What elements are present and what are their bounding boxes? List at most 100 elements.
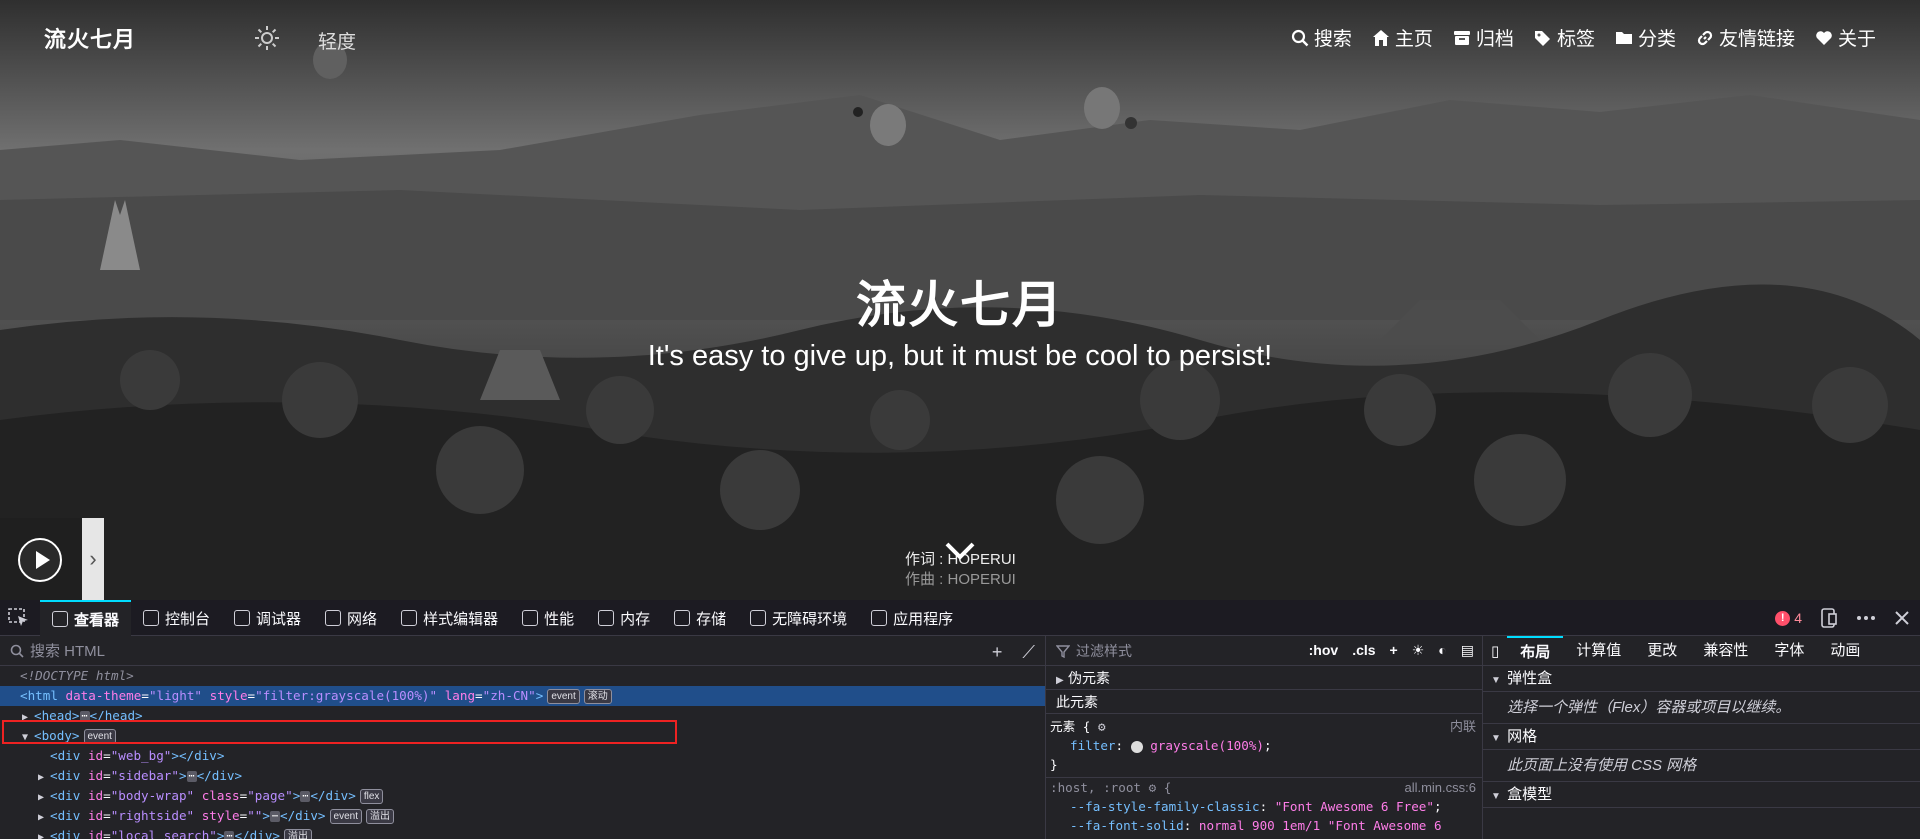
attr-value: "web_bg" [110,748,172,763]
property-name[interactable]: filter [1070,738,1116,753]
doctype-node: <!DOCTYPE html> [20,668,134,683]
div-close-tag: </div> [280,808,326,823]
add-rule-icon[interactable]: + [1390,642,1398,659]
tab-storage[interactable]: 存储 [662,600,738,636]
style-editor-icon [401,610,418,626]
tab-console[interactable]: 控制台 [131,600,222,636]
tab-performance[interactable]: 性能 [510,600,586,636]
tree-line-sidebar[interactable]: ▶ <div id="sidebar"> ⋯ </div> [0,766,1045,786]
html-search-input[interactable]: 搜索 HTML [30,640,105,661]
more-options-icon[interactable] [1856,608,1876,628]
player-expand-chevron-icon[interactable]: › [82,518,104,600]
tab-animations[interactable]: 动画 [1817,636,1873,666]
cls-toggle[interactable]: .cls [1352,642,1375,659]
attr-value: "page" [247,788,293,803]
eyedropper-icon[interactable]: ⟋ [1022,642,1035,663]
tab-accessibility[interactable]: 无障碍环境 [738,600,859,636]
dark-scheme-icon[interactable]: ◐ [1438,642,1446,659]
nav-home[interactable]: 主页 [1372,24,1433,51]
collapse-arrow-icon: ▼ [1491,675,1501,686]
nav-label: 主页 [1394,29,1433,50]
flexbox-section-header[interactable]: ▼ 弹性盒 [1483,666,1920,692]
tab-inspector[interactable]: 查看器 [40,600,132,636]
tab-layout[interactable]: 布局 [1507,635,1564,666]
sun-icon[interactable] [254,25,280,51]
site-name[interactable]: 流火七月 [44,22,136,54]
collapsed-ellipsis[interactable]: ⋯ [186,771,197,782]
browser-viewport: 流火七月 轻度 搜索 主页 归档 标签 分类 友情链接 关于 流火七月 It's… [0,0,1920,839]
expand-arrow-icon[interactable]: ▶ [38,828,50,839]
tab-label: 存储 [696,610,727,628]
grid-section-header[interactable]: ▼ 网格 [1483,724,1920,750]
filter-styles-input[interactable]: 过滤样式 [1076,641,1132,661]
property-value[interactable]: grayscale(100%) [1150,738,1264,753]
main-nav: 搜索 主页 归档 标签 分类 友情链接 关于 [1271,24,1876,51]
pseudo-elements-label: 伪元素 [1068,670,1110,686]
element-picker-icon[interactable] [8,608,30,628]
nav-friend-links[interactable]: 友情链接 [1696,24,1795,51]
grid-note: 此页面上没有使用 CSS 网格 [1483,750,1920,782]
rule-source[interactable]: all.min.css:6 [1404,778,1476,797]
expand-arrow-icon[interactable]: ▶ [38,788,50,808]
network-icon [325,610,342,626]
close-icon[interactable] [1894,610,1910,626]
filter-declaration[interactable]: filter: grayscale(100%); [1046,736,1482,755]
tree-line-body-wrap[interactable]: ▶ <div id="body-wrap" class="page"> ⋯ </div… [0,786,1045,806]
nav-archive[interactable]: 归档 [1453,24,1514,51]
gear-icon[interactable]: ⚙ [1098,719,1106,734]
tree-line-local-search[interactable]: ▶ <div id="local_search"> ⋯ </div> 溢出 [0,826,1045,839]
tab-application[interactable]: 应用程序 [859,600,965,636]
tab-network[interactable]: 网络 [313,600,389,636]
gear-icon[interactable]: ⚙ [1149,780,1157,795]
tab-debugger[interactable]: 调试器 [222,600,313,636]
collapsed-ellipsis[interactable]: ⋯ [269,811,281,822]
tab-computed[interactable]: 计算值 [1563,636,1634,666]
property-name[interactable]: --fa-style-family-classic [1070,799,1260,814]
nav-about[interactable]: 关于 [1815,24,1876,51]
light-scheme-icon[interactable]: ☀ [1412,642,1425,659]
nav-tags[interactable]: 标签 [1534,24,1595,51]
property-value[interactable]: normal 900 1em/1 "Font Awesome 6 [1199,818,1442,833]
scroll-badge[interactable]: 滚动 [583,689,612,704]
sidebar-toggle-icon[interactable]: ▯ [1483,642,1507,660]
overflow-badge[interactable]: 溢出 [365,809,394,824]
collapsed-ellipsis[interactable]: ⋯ [300,791,311,802]
filter-swatch-icon[interactable] [1130,740,1143,753]
folder-icon [1615,31,1632,44]
play-icon[interactable] [18,538,62,582]
expand-arrow-icon[interactable]: ▶ [38,768,50,788]
expand-arrow-icon[interactable]: ▶ [38,808,50,828]
add-node-icon[interactable]: + [992,642,1003,663]
overflow-badge[interactable]: 溢出 [283,829,312,839]
nav-categories[interactable]: 分类 [1615,24,1676,51]
tree-line-html[interactable]: <html data-theme="light" style="filter:g… [0,686,1045,706]
print-media-icon[interactable]: ▤ [1461,642,1474,659]
property-value[interactable]: "Font Awesome 6 Free" [1275,799,1434,814]
pseudo-elements-section[interactable]: ▶ 伪元素 [1046,666,1482,690]
fa-font-solid-declaration[interactable]: --fa-font-solid: normal 900 1em/1 "Font … [1046,816,1482,835]
tab-memory[interactable]: 内存 [586,600,662,636]
attr-value: "light" [148,688,203,703]
application-icon [871,610,888,626]
tree-line-doctype[interactable]: <!DOCTYPE html> [0,666,1045,686]
tab-style-editor[interactable]: 样式编辑器 [389,600,510,636]
mode-label[interactable]: 轻度 [318,27,356,54]
tree-line-rightside[interactable]: ▶ <div id="rightside" style=""> ⋯ </div> eve… [0,806,1045,826]
collapsed-ellipsis[interactable]: ⋯ [224,831,235,839]
hov-toggle[interactable]: :hov [1309,642,1339,659]
tab-changes[interactable]: 更改 [1634,636,1690,666]
error-count-badge[interactable]: ! 4 [1775,610,1802,626]
event-badge[interactable]: event [329,809,362,824]
responsive-design-icon[interactable] [1820,608,1838,628]
scroll-down-chevron-icon[interactable] [944,540,976,562]
property-name[interactable]: --fa-font-solid [1070,818,1184,833]
tree-line-web-bg[interactable]: <div id="web_bg"></div> [0,746,1045,766]
tab-compatibility[interactable]: 兼容性 [1690,636,1761,666]
tab-fonts[interactable]: 字体 [1761,636,1817,666]
css-rules-pane: 过滤样式 :hov .cls + ☀ ◐ ▤ ▶ 伪元素 此元素 元素 { ⚙ 内联… [1046,636,1483,839]
box-model-section-header[interactable]: ▼ 盒模型 [1483,782,1920,808]
event-badge[interactable]: event [547,689,580,704]
nav-search[interactable]: 搜索 [1291,24,1352,51]
fa-style-family-declaration[interactable]: --fa-style-family-classic: "Font Awesome… [1046,797,1482,816]
flex-badge[interactable]: flex [359,789,384,804]
